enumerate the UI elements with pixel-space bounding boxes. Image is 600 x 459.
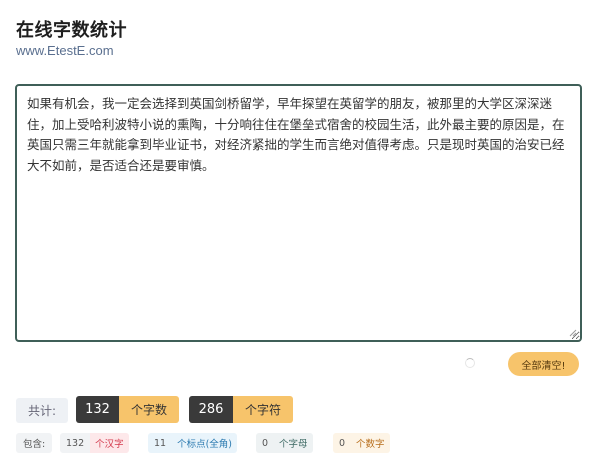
hanzi-count-tag: 132 个汉字 bbox=[60, 433, 129, 453]
page-title: 在线字数统计 bbox=[16, 20, 127, 41]
text-input-content: 如果有机会，我一定会选择到英国剑桥留学，早年探望在英留学的朋友，被那里的大学区深… bbox=[27, 96, 565, 173]
symbol-count-value: 286 bbox=[189, 396, 233, 423]
text-input-area[interactable]: 如果有机会，我一定会选择到英国剑桥留学，早年探望在英留学的朋友，被那里的大学区深… bbox=[15, 84, 582, 342]
digit-count-unit: 个数字 bbox=[351, 433, 390, 453]
punct-count-unit: 个标点(全角) bbox=[172, 433, 238, 453]
letter-count-tag: 0 个字母 bbox=[256, 433, 313, 453]
punct-count-value: 11 bbox=[148, 433, 173, 453]
details-label-text: 包含: bbox=[16, 433, 53, 453]
hanzi-count-unit: 个汉字 bbox=[90, 433, 129, 453]
letter-count-value: 0 bbox=[256, 433, 275, 453]
punct-count-tag: 11 个标点(全角) bbox=[148, 433, 238, 453]
resize-handle-icon[interactable] bbox=[568, 328, 577, 337]
site-url: www.EtestE.com bbox=[16, 43, 114, 58]
total-label: 共计: bbox=[16, 398, 68, 423]
clear-all-button[interactable]: 全部清空! bbox=[508, 352, 579, 376]
letter-count-unit: 个字母 bbox=[274, 433, 313, 453]
hanzi-count-value: 132 bbox=[60, 433, 91, 453]
char-count-badge: 132 个字数 bbox=[76, 396, 179, 423]
char-count-unit: 个字数 bbox=[119, 396, 179, 423]
loading-spinner-icon bbox=[465, 358, 475, 368]
char-count-value: 132 bbox=[76, 396, 119, 423]
symbol-count-badge: 286 个字符 bbox=[189, 396, 293, 423]
symbol-count-unit: 个字符 bbox=[233, 396, 293, 423]
digit-count-value: 0 bbox=[333, 433, 352, 453]
details-label: 包含: bbox=[16, 433, 53, 453]
digit-count-tag: 0 个数字 bbox=[333, 433, 390, 453]
